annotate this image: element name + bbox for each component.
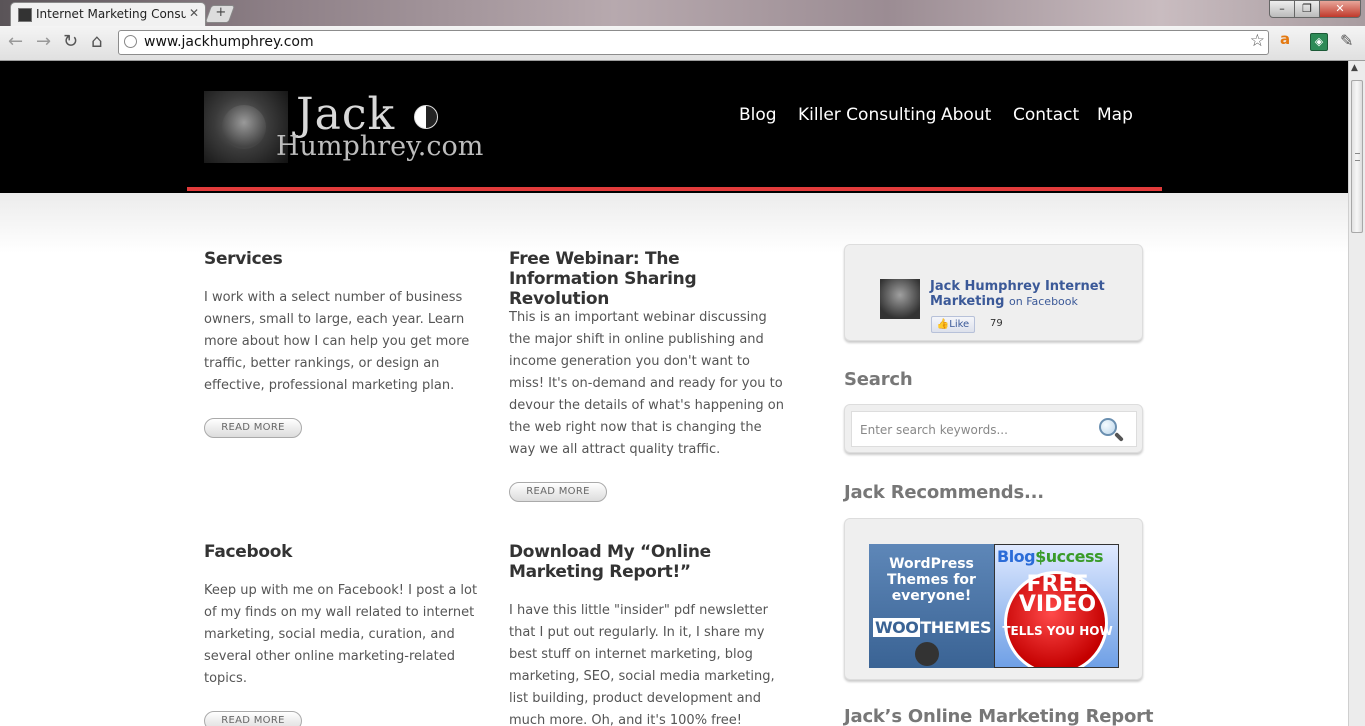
post-excerpt: This is an important webinar discussing … <box>509 310 784 457</box>
search-input[interactable] <box>860 420 1080 440</box>
minimize-button[interactable]: – <box>1269 0 1295 18</box>
facebook-avatar[interactable] <box>880 279 920 319</box>
read-more-button[interactable]: READ MORE <box>509 482 607 502</box>
content-gradient <box>0 193 1348 253</box>
blogsuccess-logo: Blog$uccess <box>997 547 1104 566</box>
scroll-grip <box>1355 153 1360 161</box>
close-window-button[interactable]: ✕ <box>1319 0 1361 18</box>
post-excerpt: I have this little "insider" pdf newslet… <box>509 603 775 726</box>
post-report: Download My “Online Marketing Report!” I… <box>509 542 789 726</box>
thumbs-up-icon: 👍 <box>936 319 950 330</box>
search-box <box>851 411 1137 447</box>
search-icon[interactable] <box>1097 416 1125 444</box>
post-webinar: Free Webinar: The Information Sharing Re… <box>509 249 789 502</box>
page-globe-icon <box>124 35 137 48</box>
forward-arrow-icon[interactable]: → <box>36 31 51 52</box>
blogsuccess-logo-b: $uccess <box>1035 547 1104 566</box>
site-header: Jack Humphrey.com Blog Killer Consulting… <box>0 61 1348 193</box>
nav-link-map[interactable]: Map <box>1097 105 1133 125</box>
facebook-on-label[interactable]: on Facebook <box>1009 295 1078 308</box>
recommends-widget: WordPress Themes for everyone! WOO THEMES… <box>844 518 1143 680</box>
facebook-like-button[interactable]: 👍Like <box>931 316 975 333</box>
page-scrollbar[interactable]: ▲ <box>1348 61 1365 726</box>
post-title[interactable]: Facebook <box>204 542 484 562</box>
tab-close-icon[interactable]: ✕ <box>189 6 199 20</box>
browser-titlebar: Internet Marketing Consult ✕ + – ❐ ✕ <box>0 0 1365 26</box>
nav-link-contact[interactable]: Contact <box>1013 105 1079 125</box>
site-logo[interactable]: Jack Humphrey.com <box>204 89 483 163</box>
maximize-button[interactable]: ❐ <box>1294 0 1320 18</box>
web-page: Jack Humphrey.com Blog Killer Consulting… <box>0 61 1348 726</box>
post-title[interactable]: Download My “Online Marketing Report!” <box>509 542 789 582</box>
woothemes-brand: WOO THEMES <box>873 618 993 637</box>
facebook-widget: Jack Humphrey Internet Marketing on Face… <box>844 244 1143 341</box>
scroll-up-arrow-icon[interactable]: ▲ <box>1351 63 1358 73</box>
nav-link-blog[interactable]: Blog <box>739 105 777 125</box>
like-count: 79 <box>990 318 1003 329</box>
post-facebook: Facebook Keep up with me on Facebook! I … <box>204 542 484 726</box>
logo-text-humphrey: Humphrey.com <box>276 131 484 162</box>
new-tab-button[interactable]: + <box>204 5 236 23</box>
ninja-mascot-icon <box>915 642 939 666</box>
search-heading: Search <box>844 369 913 390</box>
post-title[interactable]: Services <box>204 249 484 269</box>
favicon-icon <box>18 8 32 22</box>
read-more-button[interactable]: READ MORE <box>204 711 302 726</box>
free-video-text: FREE VIDEO <box>1018 572 1097 617</box>
blogsuccess-ad[interactable]: Blog$uccess FREE VIDEO TELLS YOU HOW <box>994 544 1119 668</box>
woothemes-ad[interactable]: WordPress Themes for everyone! WOO THEMES <box>869 544 994 668</box>
like-label: Like <box>949 319 970 330</box>
bookmark-star-icon[interactable]: ☆ <box>1250 31 1265 51</box>
woothemes-headline: WordPress Themes for everyone! <box>887 556 976 604</box>
logo-face <box>222 105 266 149</box>
tab-title: Internet Marketing Consult <box>36 7 186 21</box>
back-arrow-icon[interactable]: ← <box>8 31 23 52</box>
woothemes-brand-a: WOO <box>873 618 921 637</box>
browser-toolbar: ← → ↻ ⌂ www.jackhumphrey.com ☆ a ◈ ✎ <box>0 26 1365 61</box>
wrench-menu-icon[interactable]: ✎ <box>1340 31 1358 50</box>
address-bar[interactable]: www.jackhumphrey.com ☆ <box>118 30 1269 55</box>
scrollbar-thumb[interactable] <box>1351 80 1363 233</box>
facebook-page-link[interactable]: Jack Humphrey Internet Marketing on Face… <box>930 279 1120 309</box>
woothemes-brand-b: THEMES <box>920 618 991 637</box>
header-accent-line <box>187 187 1162 191</box>
new-tab-icon: + <box>214 5 226 20</box>
yin-yang-icon <box>414 105 438 129</box>
amazon-extension-icon[interactable]: a <box>1280 30 1298 48</box>
post-excerpt: Keep up with me on Facebook! I post a lo… <box>204 583 478 686</box>
post-services: Services I work with a select number of … <box>204 249 484 438</box>
report-heading: Jack’s Online Marketing Report <box>844 706 1154 726</box>
browser-tab[interactable]: Internet Marketing Consult ✕ <box>10 2 206 26</box>
nav-link-killer-consulting[interactable]: Killer Consulting <box>798 105 937 125</box>
read-more-button[interactable]: READ MORE <box>204 418 302 438</box>
reload-icon[interactable]: ↻ <box>63 31 78 52</box>
search-handle <box>1114 432 1124 442</box>
post-title[interactable]: Free Webinar: The Information Sharing Re… <box>509 249 789 309</box>
post-excerpt: I work with a select number of business … <box>204 290 470 393</box>
shield-extension-icon[interactable]: ◈ <box>1310 33 1328 51</box>
nav-link-about[interactable]: About <box>941 105 991 125</box>
blogsuccess-logo-a: Blog <box>997 547 1036 566</box>
address-url[interactable]: www.jackhumphrey.com <box>144 34 314 50</box>
home-icon[interactable]: ⌂ <box>91 31 102 52</box>
search-widget <box>844 404 1143 453</box>
recommends-heading: Jack Recommends... <box>844 482 1044 503</box>
tells-you-how-text: TELLS YOU HOW <box>1002 624 1113 638</box>
